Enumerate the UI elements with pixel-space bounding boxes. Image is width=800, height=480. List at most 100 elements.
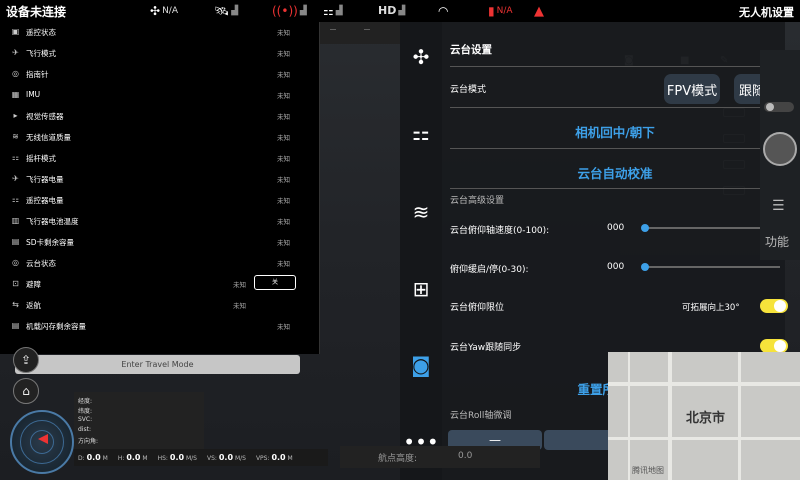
battery-icon: ⊞: [412, 277, 430, 301]
checklist-label: 摇杆模式: [26, 154, 56, 163]
roll-tune-label: 云台Roll轴微调: [450, 411, 512, 421]
checklist-value: 未知: [233, 302, 246, 310]
checklist-row: ◎ 云台状态 未知: [0, 253, 320, 274]
pitch-speed-handle[interactable]: [641, 224, 649, 232]
drone-status: ✣ N/A: [150, 4, 178, 18]
checklist-icon: ▸: [13, 111, 18, 120]
pitch-smooth-label: 俯仰缓启/停(0-30):: [450, 265, 529, 275]
checklist-row: ▸ 视觉传感器 未知: [0, 106, 320, 127]
gps-status: 🛰 ▟: [214, 4, 239, 18]
checklist-row: ⚏ 摇杆模式 未知: [0, 148, 320, 169]
pitch-smooth-slider[interactable]: [644, 266, 780, 268]
checklist-row: ▣ 遥控状态 未知: [0, 22, 320, 43]
camera-icon: ◙: [411, 353, 431, 377]
checklist-value: 未知: [277, 113, 290, 121]
rc-signal-status: ((•)) ▟: [272, 4, 307, 18]
remote-icon: ⚏: [412, 121, 430, 145]
checklist-label: 飞行器电池温度: [26, 217, 79, 226]
yaw-sync-toggle[interactable]: [760, 339, 788, 353]
checklist-value: 未知: [277, 155, 290, 163]
telemetry-heading: 方向角:: [78, 438, 99, 445]
checklist-row: ▤ 机载闪存剩余容量 未知: [0, 316, 320, 337]
telemetry-lat: 纬度:: [78, 408, 93, 415]
remote-icon: ⚏: [323, 4, 334, 18]
capture-sidebar: ☰ 功能: [760, 50, 800, 260]
checklist-icon: ▤: [11, 321, 20, 330]
checklist-value: 未知: [277, 260, 290, 268]
preflight-checklist: ▣ 遥控状态 未知 ✈ 飞行模式 未知 ◎ 指南针 未知 ▦ IMU 未知 ▸ 视觉传感器 未知 ≋ 无线信道质…: [0, 22, 320, 374]
telemetry-svc: SVC:: [78, 416, 93, 423]
drone-settings-tab[interactable]: ✣: [400, 42, 442, 72]
checklist-label: IMU: [26, 90, 41, 99]
checklist-row: ✈ 飞行模式 未知: [0, 43, 320, 64]
wifi-settings-tab[interactable]: ≋: [400, 197, 442, 227]
return-home-icon[interactable]: ⌂: [13, 378, 39, 404]
checklist-row: ◎ 指南针 未知: [0, 64, 320, 85]
checklist-label: 云台状态: [26, 259, 56, 268]
remote-status: ⚏ ▟: [323, 4, 343, 18]
waypoint-altitude: 航点高度: 0.0: [340, 446, 540, 468]
drone-settings-title: 无人机设置: [739, 6, 794, 19]
pitch-speed-label: 云台俯仰轴速度(0-100):: [450, 226, 550, 236]
battery-settings-tab[interactable]: ⊞: [400, 274, 442, 304]
checklist-icon: ▤: [11, 237, 20, 246]
telemetry-dist: dist:: [78, 426, 91, 433]
hd-label: HD: [378, 4, 397, 17]
battery-value: N/A: [496, 6, 513, 16]
checklist-value: 未知: [277, 239, 290, 247]
checklist-row: ▥ 飞行器电池温度 未知: [0, 211, 320, 232]
pitch-smooth-handle[interactable]: [641, 263, 649, 271]
fpv-mode-button[interactable]: FPV模式: [664, 74, 720, 104]
connection-status: 设备未连接: [6, 5, 67, 19]
gimbal-mode-label: 云台模式: [450, 85, 487, 95]
map-city-label: 北京市: [686, 411, 726, 426]
checklist-label: 无线信道质量: [26, 133, 71, 142]
checklist-row: ≋ 无线信道质量 未知: [0, 127, 320, 148]
yaw-sync-label: 云台Yaw跟随同步: [450, 343, 522, 353]
checklist-value: 未知: [277, 197, 290, 205]
settings-nav: ✣ ⚏ ≋ ⊞ ◙ •••: [400, 22, 442, 480]
warning-icon[interactable]: ▲: [534, 4, 544, 19]
waypoint-altitude-label: 航点高度:: [378, 454, 418, 464]
travel-mode-button[interactable]: Enter Travel Mode: [15, 355, 300, 374]
advanced-header: 云台高级设置: [450, 196, 505, 206]
hd-status: HD ▟: [378, 4, 406, 17]
wifi-status: ◠: [438, 4, 448, 18]
gimbal-settings-tab[interactable]: ◙: [400, 350, 442, 380]
checklist-value: 未知: [277, 71, 290, 79]
hs-readout: HS: 0.0 M/S: [157, 453, 197, 462]
checklist-label: 指南针: [26, 70, 49, 79]
status-bar: 设备未连接 ✣ N/A 🛰 ▟ ((•)) ▟ ⚏ ▟ HD ▟ ◠ ▮ N/A…: [0, 0, 800, 22]
checklist-icon: ≋: [12, 132, 19, 141]
checklist-value: 未知: [277, 176, 290, 184]
battery-icon: ▮: [488, 4, 495, 18]
attitude-radar: [10, 410, 74, 474]
telemetry-panel: 经度: 纬度: SVC: dist: 方向角:: [74, 392, 204, 452]
checklist-label: 机载闪存剩余容量: [26, 322, 86, 331]
checklist-icon: ✈: [12, 48, 19, 57]
recenter-button[interactable]: 相机回中/朝下: [450, 122, 780, 141]
checklist-icon: ▥: [11, 216, 20, 225]
takeoff-icon[interactable]: ⇪: [13, 347, 39, 373]
remote-settings-tab[interactable]: ⚏: [400, 118, 442, 148]
h-readout: H: 0.0 M: [117, 453, 148, 462]
sliders-icon[interactable]: ☰: [772, 198, 785, 214]
checklist-icon: ✈: [12, 174, 19, 183]
mini-map[interactable]: 北京市 腾讯地图: [608, 352, 800, 480]
pitch-limit-toggle[interactable]: [760, 299, 788, 313]
checklist-row: ⚏ 遥控器电量 未知: [0, 190, 320, 211]
obstacle-toggle-button[interactable]: 关: [254, 275, 296, 290]
auto-calibrate-button[interactable]: 云台自动校准: [450, 163, 780, 182]
checklist-label: 遥控状态: [26, 28, 56, 37]
wifi-icon: ≋: [412, 200, 430, 224]
shutter-button[interactable]: [763, 132, 797, 166]
checklist-label: 返航: [26, 301, 41, 310]
vps-readout: VPS: 0.0 M: [255, 453, 293, 462]
map-brand: 腾讯地图: [632, 466, 664, 475]
rc-signal-icon: ((•)): [272, 4, 298, 18]
function-label[interactable]: 功能: [765, 233, 789, 250]
info-strip: ― ―: [320, 22, 400, 44]
photo-video-toggle[interactable]: [764, 102, 794, 112]
checklist-label: 视觉传感器: [26, 112, 64, 121]
satellite-icon: 🛰: [214, 4, 230, 18]
